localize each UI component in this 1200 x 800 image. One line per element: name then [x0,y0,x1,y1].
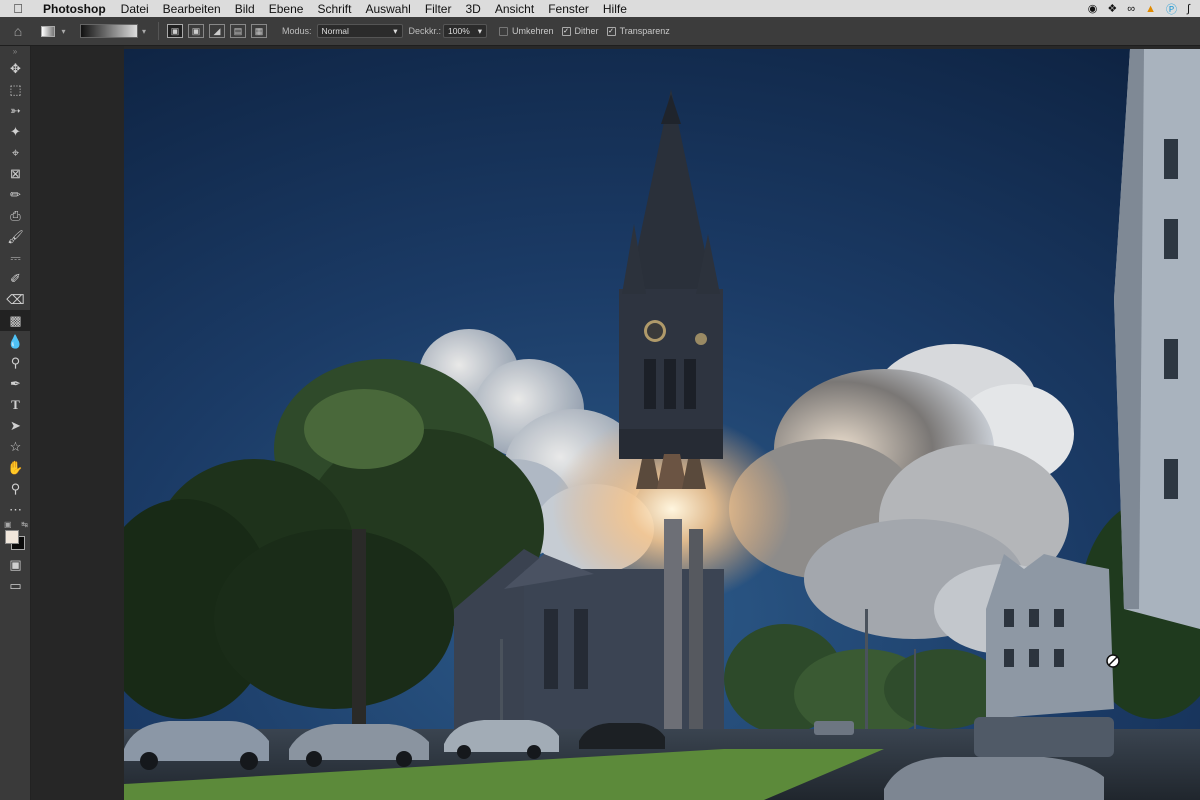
more-tools-icon[interactable]: ⋯ [0,499,31,520]
gradient-picker-chevron-icon[interactable]: ▾ [138,27,150,36]
eraser-tool-icon[interactable]: ⌫ [0,289,31,310]
transparency-checkbox[interactable]: ✓ Transparenz [606,26,670,36]
menu-app-name[interactable]: Photoshop [36,2,114,16]
move-tool-icon[interactable]: ✥ [0,58,31,79]
opacity-field[interactable]: 100% ▾ [443,24,488,38]
healing-brush-tool-icon[interactable]: ⎙ [0,205,31,226]
zoom-tool-icon[interactable]: ⚲ [0,478,31,499]
opacity-value: 100% [448,26,470,36]
menu-filter[interactable]: Filter [418,2,459,16]
dither-checkbox[interactable]: ✓ Dither [561,26,599,36]
menu-bild[interactable]: Bild [228,2,262,16]
radial-gradient-icon[interactable]: ▣ [188,24,204,38]
angle-gradient-icon[interactable]: ◢ [209,24,225,38]
diamond-gradient-icon[interactable]: ▦ [251,24,267,38]
menu-ebene[interactable]: Ebene [262,2,311,16]
lasso-tool-icon[interactable]: ➳ [0,100,31,121]
chevron-down-icon: ▾ [393,26,398,36]
path-selection-tool-icon[interactable]: ➤ [0,415,31,436]
pen-tool-icon[interactable]: ✒ [0,373,31,394]
gradient-tool-icon[interactable]: ▩ [0,310,31,331]
menu: Photoshop Datei Bearbeiten Bild Ebene Sc… [36,0,634,17]
checkbox-checked-icon: ✓ [606,26,616,36]
options-bar: ⌂ ▾ ▾ ▣ ▣ ◢ ▤ ▦ Modus: Normal ▾ Deckkr.:… [0,17,1200,46]
tool-preset-picker[interactable]: ▾ [36,25,74,37]
reflected-gradient-icon[interactable]: ▤ [230,24,246,38]
menu-ansicht[interactable]: Ansicht [488,2,541,16]
checkbox-unchecked-icon [499,26,509,36]
hand-tool-icon[interactable]: ✋ [0,457,31,478]
transparency-label: Transparenz [619,26,670,36]
screen-mode-icon[interactable]: ▭ [0,575,31,596]
creative-cloud-icon[interactable]: ∞ [1127,3,1135,15]
apple-icon[interactable]:  [0,1,36,16]
toolbar-collapse-icon[interactable]: » [0,46,30,58]
dropbox-icon[interactable]: ❖ [1107,2,1117,15]
canvas-image [124,49,1200,800]
menu-fenster[interactable]: Fenster [541,2,596,16]
chevron-down-icon: ▾ [477,26,483,36]
blur-tool-icon[interactable]: 💧 [0,331,31,352]
record-icon[interactable]: ◉ [1088,2,1098,15]
mode-label: Modus: [282,26,312,36]
color-swatches: ▣ ↹ [0,520,31,554]
mode-select[interactable]: Normal ▾ [316,24,403,38]
cursor-icon [1106,654,1120,668]
crop-tool-icon[interactable]: ⌖ [0,142,31,163]
workspace-background [31,46,124,800]
toolbar: » ✥ ⬚ ➳ ✦ ⌖ ⊠ ✏ ⎙ 🖌 ⎓ ✐ ⌫ ▩ 💧 ⚲ ✒ T ➤ ☆ … [0,46,31,800]
default-colors-icon[interactable]: ▣ [4,520,12,529]
frame-tool-icon[interactable]: ⊠ [0,163,31,184]
checkbox-checked-icon: ✓ [561,26,571,36]
home-icon[interactable]: ⌂ [0,23,36,39]
bluetooth-icon[interactable]: ∫ [1187,3,1190,15]
menu-hilfe[interactable]: Hilfe [596,2,634,16]
quick-mask-icon[interactable]: ▣ [0,554,31,575]
menu-3d[interactable]: 3D [458,2,487,16]
color-swap-controls: ▣ ↹ [4,520,28,529]
history-brush-tool-icon[interactable]: ✐ [0,268,31,289]
reverse-label: Umkehren [512,26,554,36]
eyedropper-tool-icon[interactable]: ✏ [0,184,31,205]
menubar-tray: ◉ ❖ ∞ ▲ Ⓟ ∫ [1088,1,1200,17]
foreground-color-swatch[interactable] [5,530,19,544]
reverse-checkbox[interactable]: Umkehren [499,26,554,36]
swap-colors-icon[interactable]: ↹ [21,520,28,529]
dodge-tool-icon[interactable]: ⚲ [0,352,31,373]
shape-tool-icon[interactable]: ☆ [0,436,31,457]
menu-datei[interactable]: Datei [114,2,156,16]
chevron-down-icon: ▾ [61,26,66,36]
skype-icon[interactable]: Ⓟ [1166,1,1177,17]
gradient-picker[interactable] [80,24,138,38]
dither-label: Dither [574,26,599,36]
mode-value: Normal [321,26,349,36]
marquee-tool-icon[interactable]: ⬚ [0,79,31,100]
opacity-label: Deckkr.: [408,26,442,36]
brush-tool-icon[interactable]: 🖌 [0,226,31,247]
linear-gradient-icon[interactable]: ▣ [167,24,183,38]
gradient-tool-icon [40,25,55,37]
menu-bearbeiten[interactable]: Bearbeiten [156,2,228,16]
clone-stamp-tool-icon[interactable]: ⎓ [0,247,31,268]
type-tool-icon[interactable]: T [0,394,31,415]
menu-schrift[interactable]: Schrift [310,2,358,16]
document-canvas[interactable] [124,49,1200,800]
divider [158,22,159,40]
magic-wand-tool-icon[interactable]: ✦ [0,121,31,142]
menubar:  Photoshop Datei Bearbeiten Bild Ebene … [0,0,1200,17]
vlc-icon[interactable]: ▲ [1145,3,1156,15]
menu-auswahl[interactable]: Auswahl [358,2,417,16]
